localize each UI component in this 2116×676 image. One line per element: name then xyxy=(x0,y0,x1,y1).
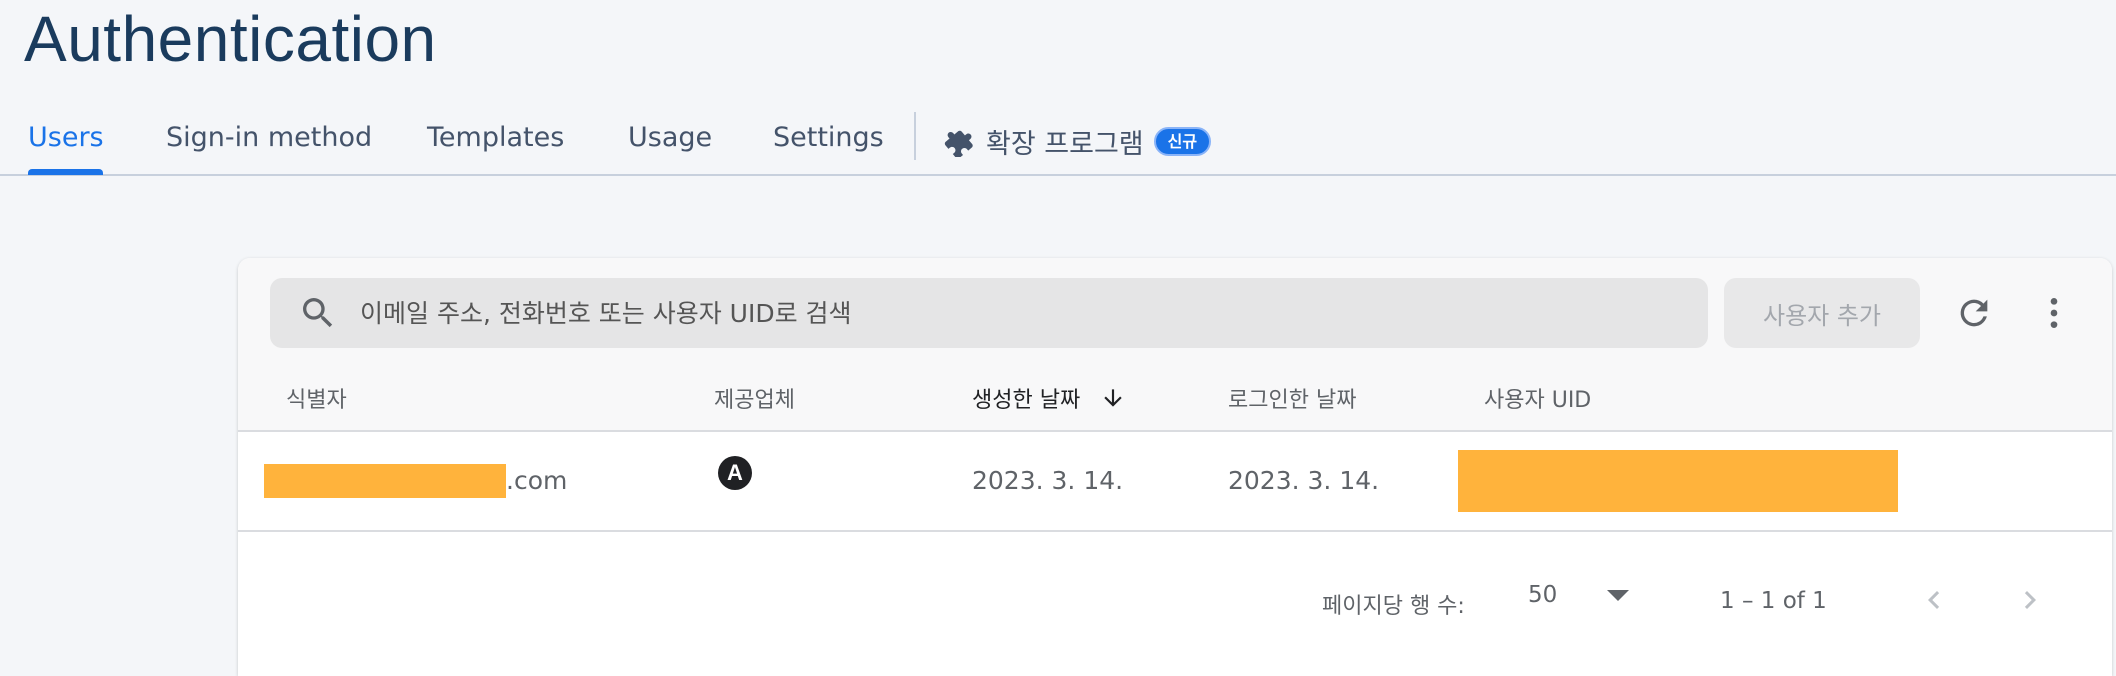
active-tab-indicator xyxy=(28,169,103,175)
dropdown-arrow-icon xyxy=(1607,589,1630,601)
tab-divider xyxy=(914,112,916,160)
rows-per-page-label: 페이지당 행 수: xyxy=(1322,594,1465,619)
more-options-button[interactable] xyxy=(2032,291,2076,335)
column-header-signed-in[interactable]: 로그인한 날짜 xyxy=(1228,382,1356,414)
column-header-user-uid[interactable]: 사용자 UID xyxy=(1484,382,1591,414)
rows-per-page-value: 50 xyxy=(1528,582,1558,608)
refresh-icon xyxy=(1960,299,1988,327)
redacted-user-uid xyxy=(1458,450,1898,512)
created-date-cell: 2023. 3. 14. xyxy=(972,466,1124,495)
card-header: 사용자 추가 식별자 제공업체 생성한 날짜 로그인한 날짜 사용자 UID xyxy=(238,258,2112,432)
tab-usage[interactable]: Usage xyxy=(628,122,712,153)
more-vert-icon xyxy=(2050,298,2058,328)
search-icon xyxy=(303,298,333,328)
column-header-provider[interactable]: 제공업체 xyxy=(714,382,795,414)
tab-extensions-label: 확장 프로그램 xyxy=(986,129,1144,160)
signed-in-date-cell: 2023. 3. 14. xyxy=(1228,466,1380,495)
refresh-button[interactable] xyxy=(1952,291,1996,335)
page-title: Authentication xyxy=(24,3,437,75)
next-page-button[interactable] xyxy=(2010,580,2050,620)
tab-templates[interactable]: Templates xyxy=(427,122,564,153)
new-badge: 신규 xyxy=(1153,126,1212,157)
previous-page-button[interactable] xyxy=(1914,580,1954,620)
users-card: 사용자 추가 식별자 제공업체 생성한 날짜 로그인한 날짜 사용자 UID .… xyxy=(238,258,2112,676)
column-header-created[interactable]: 생성한 날짜 xyxy=(972,382,1126,414)
column-header-identifier[interactable]: 식별자 xyxy=(286,382,347,414)
tab-users[interactable]: Users xyxy=(28,122,104,153)
add-user-button[interactable]: 사용자 추가 xyxy=(1724,278,1920,348)
puzzle-piece-icon xyxy=(944,130,973,157)
page-range-label: 1 – 1 of 1 xyxy=(1720,588,1827,614)
arrow-down-icon xyxy=(1104,389,1122,407)
chevron-left-icon xyxy=(1928,591,1940,609)
rows-per-page-select[interactable]: 50 xyxy=(1528,582,1630,608)
redacted-email xyxy=(264,464,506,498)
column-header-created-label: 생성한 날짜 xyxy=(972,388,1081,413)
tab-bar: Users Sign-in method Templates Usage Set… xyxy=(0,108,2116,176)
tab-sign-in-method[interactable]: Sign-in method xyxy=(166,122,372,153)
tab-extensions[interactable]: 확장 프로그램 신규 xyxy=(944,122,1212,161)
tab-settings[interactable]: Settings xyxy=(773,122,884,153)
identifier-cell: .com xyxy=(506,466,568,495)
table-row[interactable]: .com A 2023. 3. 14. 2023. 3. 14. xyxy=(238,432,2112,532)
chevron-right-icon xyxy=(2024,591,2036,609)
email-provider-icon: A xyxy=(718,456,752,490)
search-input[interactable] xyxy=(358,282,1708,344)
search-box[interactable] xyxy=(270,278,1708,348)
